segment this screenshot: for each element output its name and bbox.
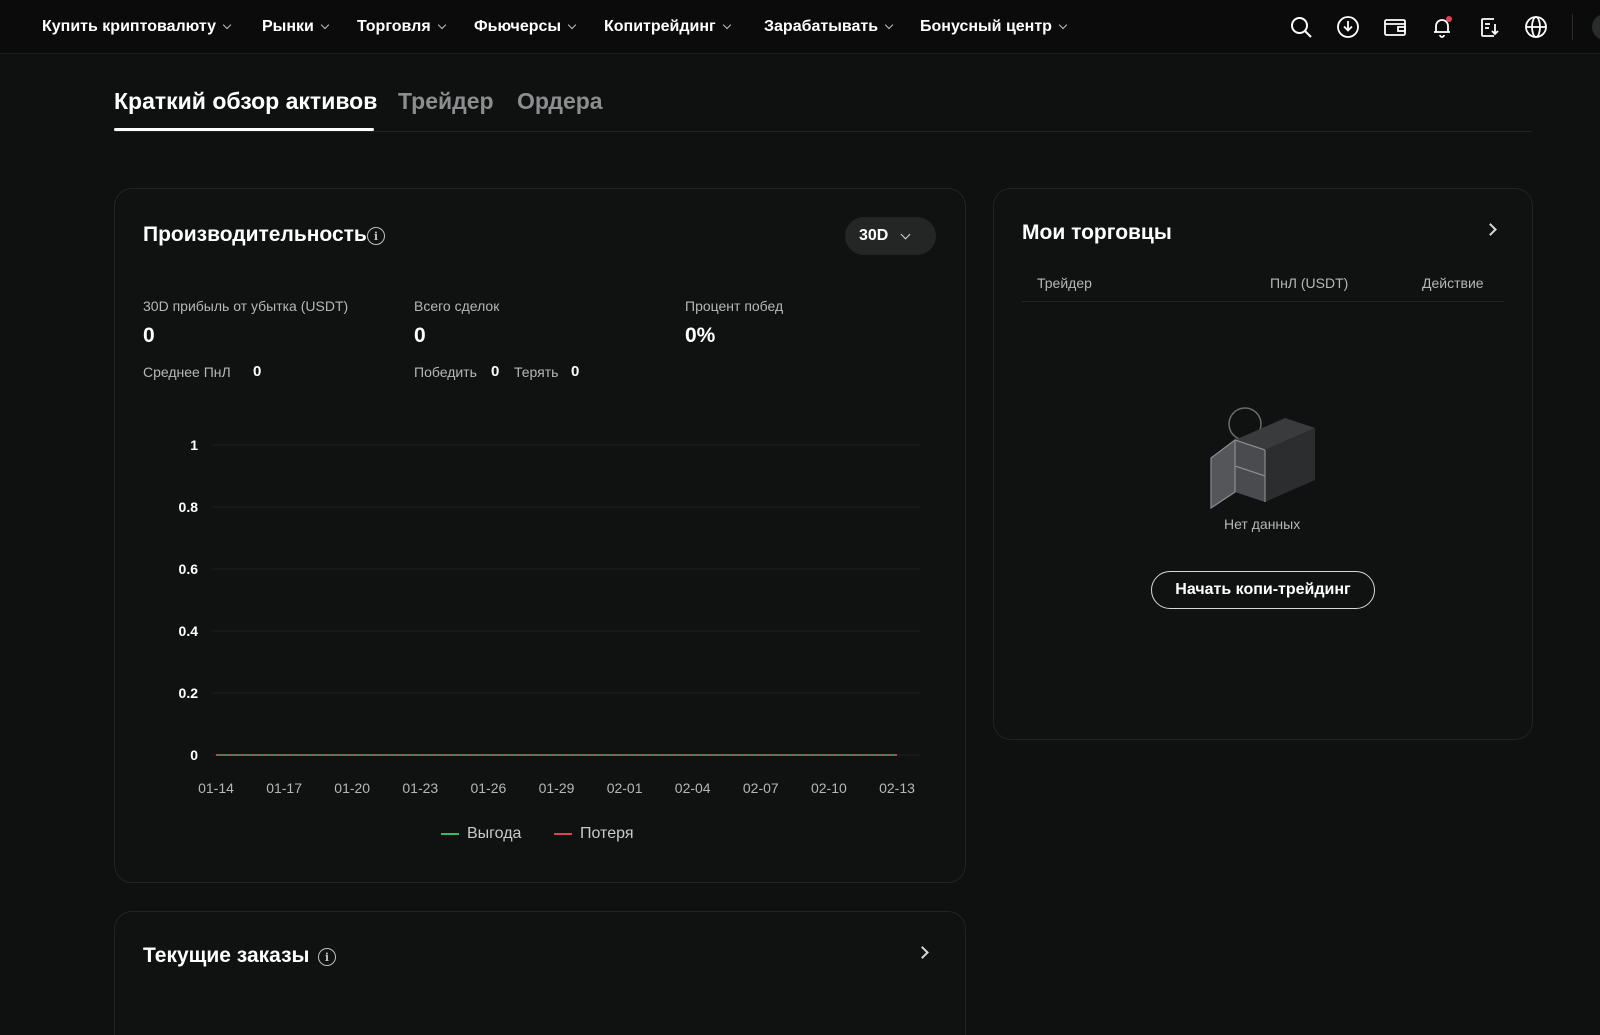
tabs-divider (114, 131, 1532, 132)
y-tick-label: 0.8 (179, 499, 199, 515)
nav-label: Копитрейдинг (604, 18, 716, 35)
x-tick-label: 01-26 (470, 780, 506, 796)
my-traders-title: Мои торговцы (1022, 221, 1172, 244)
nav-trading[interactable]: Торговля (357, 16, 446, 38)
wallet-icon[interactable] (1382, 14, 1408, 40)
x-tick-label: 01-14 (198, 780, 234, 796)
top-navigation: Купить криптовалюту Рынки Торговля Фьюче… (0, 0, 1600, 54)
nav-bonus-center[interactable]: Бонусный центр (920, 16, 1068, 38)
x-tick-label: 01-23 (402, 780, 438, 796)
bell-icon[interactable] (1429, 14, 1455, 40)
nav-earn[interactable]: Зарабатывать (764, 16, 894, 38)
total-trades-value: 0 (414, 324, 426, 347)
tab-orders[interactable]: Ордера (517, 88, 603, 115)
nav-label: Зарабатывать (764, 18, 879, 35)
search-icon[interactable] (1288, 14, 1314, 40)
chevron-down-icon (222, 20, 232, 30)
win-rate-label: Процент побед (685, 298, 784, 314)
legend-swatch (441, 833, 459, 835)
nav-label: Фьючерсы (474, 18, 562, 35)
y-tick-label: 0 (190, 747, 198, 763)
chevron-down-icon (320, 20, 330, 30)
column-header-pnl: ПнЛ (USDT) (1270, 275, 1349, 291)
performance-chart: 1 0.8 0.6 0.4 0.2 0 01-14 01-17 01-20 01-23 01-26 0… (179, 437, 920, 796)
total-trades-label: Всего сделок (414, 298, 500, 314)
y-tick-label: 0.2 (179, 685, 199, 701)
info-icon[interactable]: i (318, 948, 336, 966)
chevron-down-icon (437, 20, 446, 30)
chevron-down-icon (722, 20, 731, 30)
x-tick-label: 01-20 (334, 780, 370, 796)
performance-title: Производительность (143, 223, 367, 246)
wins-label: Победить (414, 364, 477, 380)
tab-asset-overview[interactable]: Краткий обзор активов (114, 88, 377, 115)
table-divider (1022, 301, 1504, 302)
orders-icon[interactable] (1476, 14, 1502, 40)
losses-value: 0 (571, 363, 580, 380)
nav-label: Бонусный центр (920, 18, 1052, 35)
x-tick-label: 02-07 (743, 780, 779, 796)
x-tick-label: 01-17 (266, 780, 302, 796)
download-icon[interactable] (1335, 14, 1361, 40)
tab-trader[interactable]: Трейдер (398, 88, 494, 115)
period-value: 30D (859, 227, 889, 244)
chevron-down-icon (884, 20, 894, 30)
period-select[interactable]: 30D (845, 217, 936, 255)
x-tick-label: 02-10 (811, 780, 847, 796)
y-tick-label: 1 (190, 437, 198, 453)
globe-icon[interactable] (1523, 14, 1549, 40)
nav-markets[interactable]: Рынки (262, 16, 330, 38)
x-tick-label: 02-01 (607, 780, 643, 796)
pnl-value: 0 (143, 324, 155, 347)
legend-item-profit[interactable]: Выгода (441, 825, 521, 843)
nav-label: Купить криптовалюту (42, 18, 217, 35)
chevron-down-icon (900, 229, 911, 239)
avatar[interactable] (1592, 14, 1600, 40)
info-icon[interactable]: i (367, 227, 385, 245)
nav-futures[interactable]: Фьючерсы (474, 16, 577, 38)
legend-item-loss[interactable]: Потеря (554, 825, 633, 843)
current-orders-title: Текущие заказы (143, 944, 310, 967)
column-header-trader: Трейдер (1037, 275, 1092, 291)
win-rate-value: 0% (685, 324, 716, 347)
legend-label: Выгода (467, 825, 522, 842)
x-tick-label: 02-04 (675, 780, 711, 796)
avg-pnl-value: 0 (253, 363, 262, 380)
chevron-down-icon (567, 20, 577, 30)
avg-pnl-label: Среднее ПнЛ (143, 364, 231, 380)
x-tick-label: 01-29 (539, 780, 575, 796)
column-header-action: Действие (1422, 275, 1484, 291)
nav-buy-crypto[interactable]: Купить криптовалюту (42, 16, 232, 38)
legend-swatch (554, 833, 572, 835)
nav-label: Торговля (357, 18, 431, 35)
pnl-label: 30D прибыль от убытка (USDT) (143, 298, 349, 314)
nav-copytrading[interactable]: Копитрейдинг (604, 16, 731, 38)
empty-box-icon (1210, 407, 1315, 510)
empty-state-text: Нет данных (1224, 516, 1301, 532)
nav-separator (1572, 14, 1573, 40)
losses-label: Терять (514, 364, 559, 380)
current-orders-card (114, 911, 966, 1035)
y-tick-label: 0.6 (179, 561, 199, 577)
x-tick-label: 02-13 (879, 780, 915, 796)
legend-label: Потеря (580, 825, 634, 842)
chevron-down-icon (1058, 20, 1068, 30)
start-copy-trading-button[interactable]: Начать копи-трейдинг (1151, 571, 1375, 609)
wins-value: 0 (491, 363, 500, 380)
y-tick-label: 0.4 (179, 623, 199, 639)
nav-label: Рынки (262, 18, 314, 35)
